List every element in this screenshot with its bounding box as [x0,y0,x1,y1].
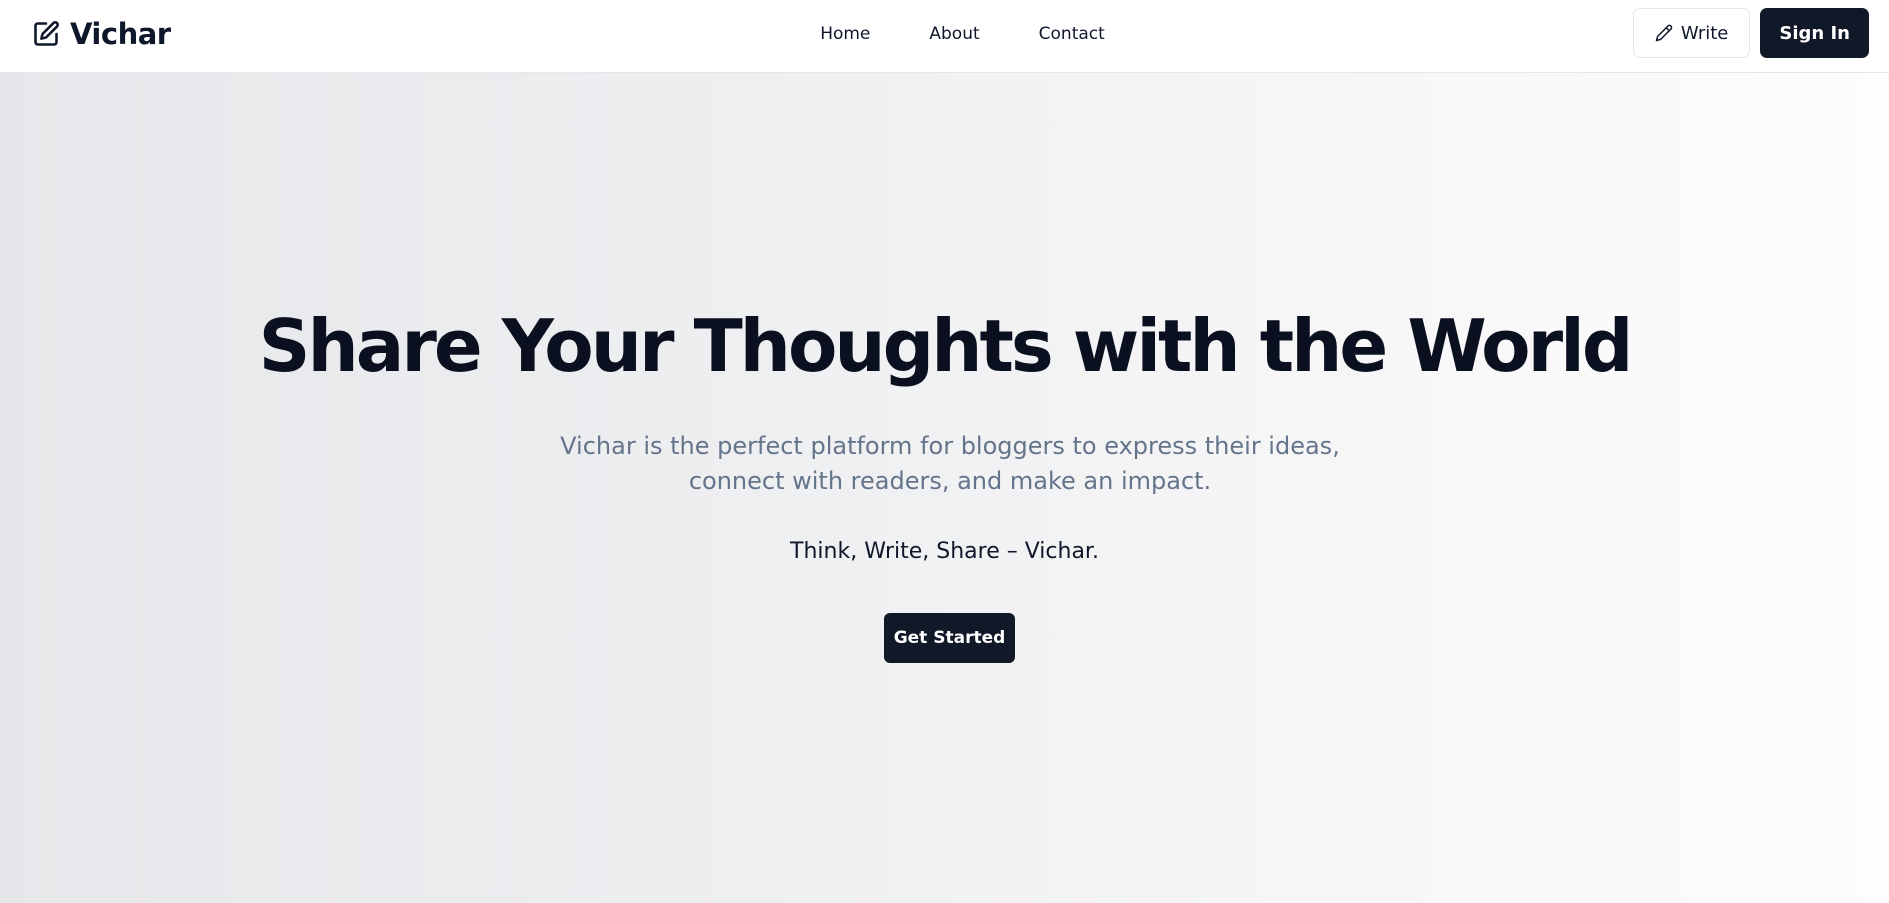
write-button[interactable]: Write [1632,8,1751,58]
hero-section: Share Your Thoughts with the World Vicha… [0,73,1889,903]
write-button-label: Write [1680,22,1729,44]
header-actions: Write Sign In [1632,8,1869,58]
edit-square-icon [32,20,60,48]
nav-link-home[interactable]: Home [820,22,870,46]
hero-subtitle: Vichar is the perfect platform for blogg… [560,432,1340,495]
nav-link-about[interactable]: About [929,22,979,46]
nav-link-contact[interactable]: Contact [1039,22,1105,46]
brand-name: Vichar [70,17,171,51]
get-started-button[interactable]: Get Started [884,613,1015,663]
sign-in-button[interactable]: Sign In [1760,8,1869,58]
hero-tagline: Think, Write, Share – Vichar. [790,539,1099,564]
pencil-icon [1655,24,1673,42]
brand-logo-link[interactable]: Vichar [32,16,171,52]
main-nav: Home About Contact [0,22,1889,46]
nav-links: Home About Contact [820,22,1105,46]
top-navbar: Vichar Home About Contact Write Sign In [0,0,1889,73]
hero-title: Share Your Thoughts with the World [258,304,1634,388]
